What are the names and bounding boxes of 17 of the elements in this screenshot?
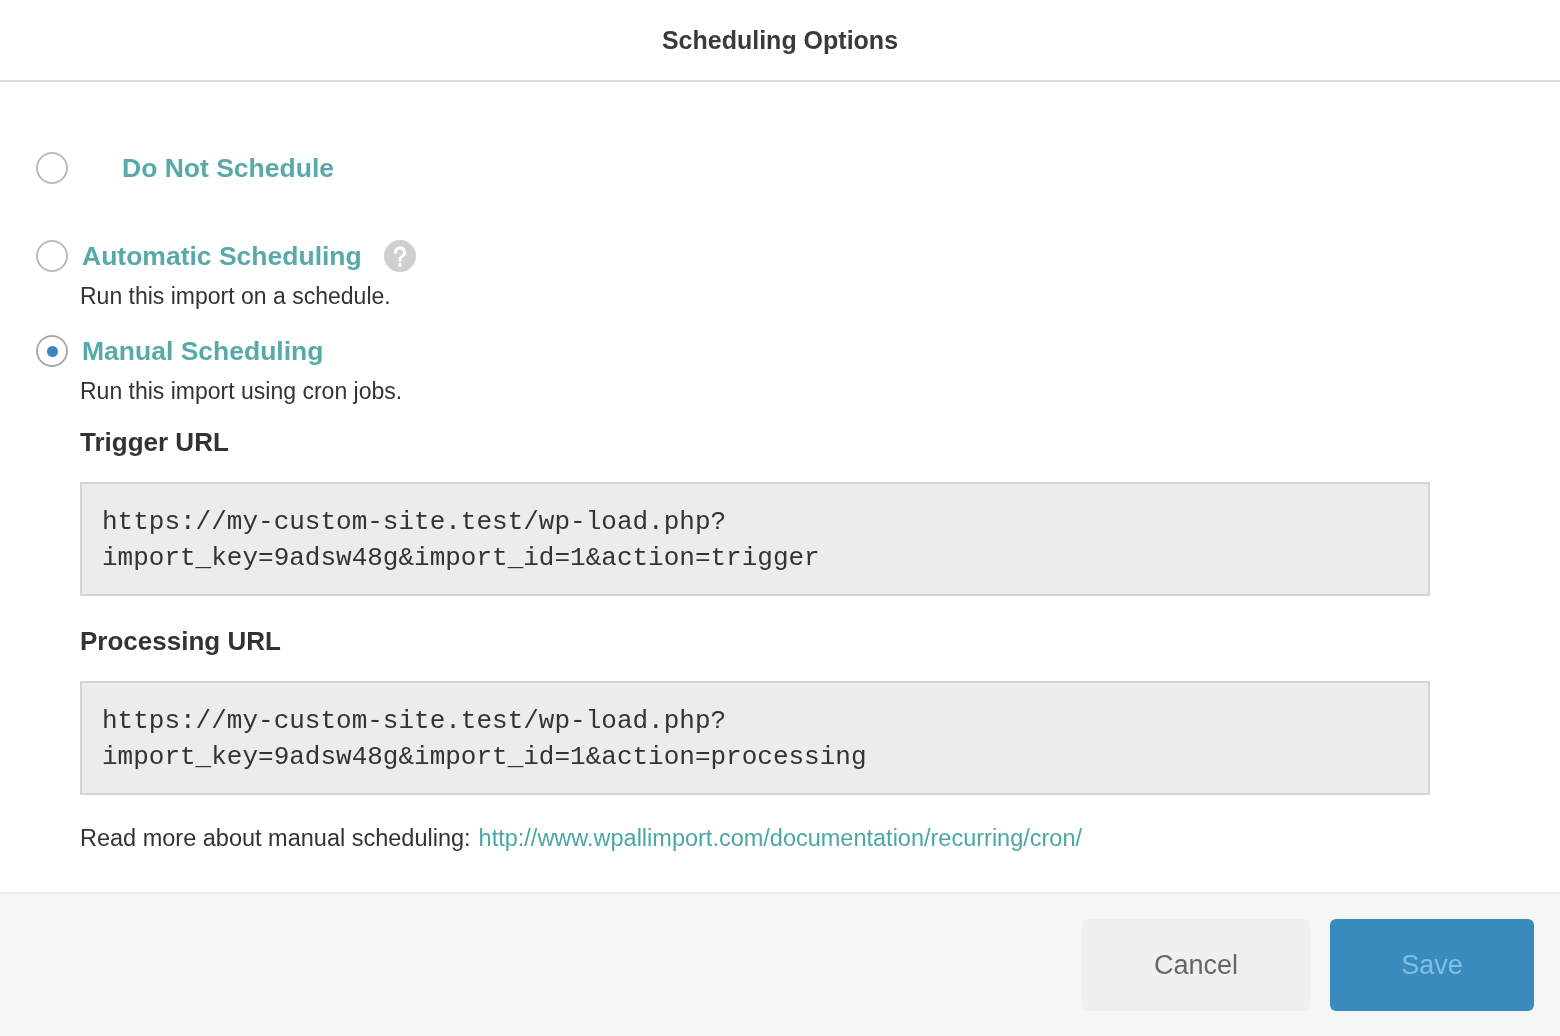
url-field[interactable]: https://my-custom-site.test/wp-load.php? import_key=9adsw48g&import_id=1&action=trigger [80,482,1430,596]
option-label[interactable]: Manual Scheduling [82,335,324,367]
read-more-text: Read more about manual scheduling: [80,825,471,852]
documentation-link[interactable]: http://www.wpallimport.com/documentation/recurring/cron/ [478,825,1083,852]
option-label[interactable]: Do Not Schedule [122,152,334,184]
cancel-button[interactable]: Cancel [1082,919,1310,1011]
field-label: Processing URL [80,626,282,657]
option-label[interactable]: Automatic Scheduling [82,240,362,272]
option-description: Run this import on a schedule. [80,283,392,310]
radio-button[interactable] [36,152,68,184]
help-icon[interactable] [383,240,416,272]
option-description: Run this import using cron jobs. [80,378,404,405]
radio-button[interactable] [36,335,68,367]
field-label: Trigger URL [80,427,230,458]
dialog-title: Scheduling Options [661,25,899,55]
radio-button[interactable] [36,240,68,272]
url-field[interactable]: https://my-custom-site.test/wp-load.php? import_key=9adsw48g&import_id=1&action=processing [80,681,1430,795]
